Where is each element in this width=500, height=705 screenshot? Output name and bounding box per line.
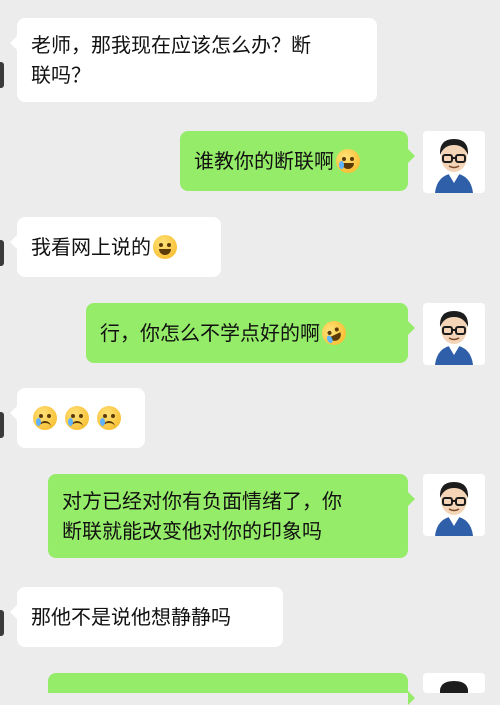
message-bubble-outgoing[interactable] <box>48 673 415 705</box>
message-text: 那他不是说他想静静吗 <box>31 605 231 629</box>
message-text-line: 老师，那我现在应该怎么办？断 <box>31 33 311 57</box>
message-text: 我看网上说的 <box>31 235 151 259</box>
message-text: 谁教你的断联啊 <box>194 149 334 173</box>
crying-emoji-icon <box>65 406 89 430</box>
message-bubble-outgoing[interactable]: 行，你怎么不学点好的啊 <box>86 303 415 363</box>
crying-emoji-icon <box>33 406 57 430</box>
contact-avatar[interactable] <box>0 62 4 88</box>
message-text-line: 联吗？ <box>31 63 91 87</box>
message-text: 行，你怎么不学点好的啊 <box>100 321 320 345</box>
message-bubble-outgoing[interactable]: 谁教你的断联啊 <box>180 131 415 191</box>
user-avatar[interactable] <box>423 673 485 693</box>
user-avatar[interactable] <box>423 131 485 193</box>
user-avatar[interactable] <box>423 303 485 365</box>
message-bubble-incoming[interactable]: 我看网上说的 <box>10 217 221 277</box>
message-text-line: 断联就能改变他对你的印象吗 <box>62 519 322 543</box>
crying-emoji-icon <box>97 406 121 430</box>
rolling-laughing-emoji-icon <box>318 317 350 349</box>
user-avatar[interactable] <box>423 474 485 536</box>
contact-avatar[interactable] <box>0 412 4 438</box>
contact-avatar[interactable] <box>0 240 4 266</box>
chat-thread: 老师，那我现在应该怎么办？断 联吗？ 谁教你的断联啊 我看网上说的 行，你怎么不… <box>0 0 500 705</box>
contact-avatar[interactable] <box>0 610 4 636</box>
message-bubble-incoming[interactable] <box>10 388 145 448</box>
message-bubble-outgoing[interactable]: 对方已经对你有负面情绪了，你 断联就能改变他对你的印象吗 <box>48 474 415 558</box>
message-bubble-incoming[interactable]: 那他不是说他想静静吗 <box>10 587 283 647</box>
laughing-tears-emoji-icon <box>336 149 360 173</box>
message-bubble-incoming[interactable]: 老师，那我现在应该怎么办？断 联吗？ <box>10 18 377 102</box>
message-text-line: 对方已经对你有负面情绪了，你 <box>62 489 342 513</box>
grinning-emoji-icon <box>153 235 177 259</box>
